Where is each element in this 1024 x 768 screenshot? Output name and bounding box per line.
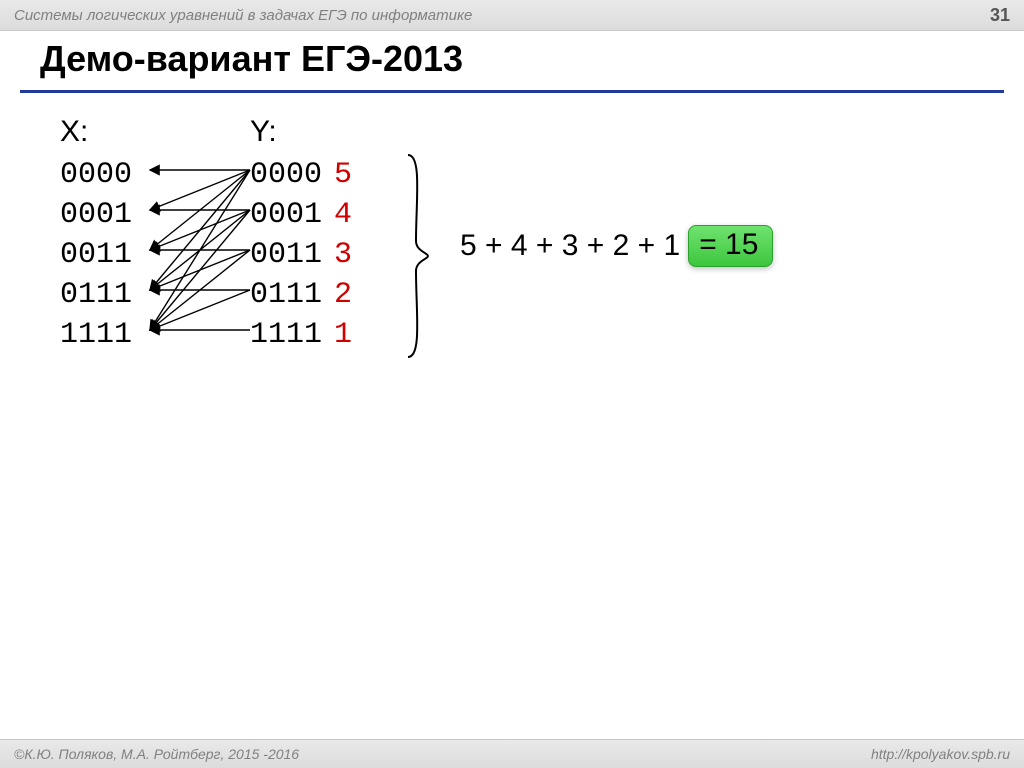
title-underline [20, 90, 1004, 93]
footer-bar: ©К.Ю. Поляков, М.А. Ройтберг, 2015 -2016… [0, 739, 1024, 768]
y-count: 4 [334, 198, 352, 232]
slide-content: X: 0000 0001 0011 0111 1111 [60, 115, 1004, 371]
sum-expression: 5 + 4 + 3 + 2 + 1 = 15 [460, 225, 773, 267]
y-value: 00005 [250, 155, 400, 195]
x-column: X: 0000 0001 0011 0111 1111 [60, 115, 250, 355]
answer-badge: = 15 [688, 225, 773, 267]
slide: Системы логических уравнений в задачах Е… [0, 0, 1024, 768]
y-count: 3 [334, 238, 352, 272]
x-value: 0011 [60, 235, 250, 275]
footer-url: http://kpolyakov.spb.ru [871, 746, 1010, 762]
page-number: 31 [990, 5, 1010, 26]
header-subject: Системы логических уравнений в задачах Е… [14, 7, 472, 24]
y-value: 00113 [250, 235, 400, 275]
y-label: Y: [250, 115, 400, 149]
x-value: 0001 [60, 195, 250, 235]
y-value: 00014 [250, 195, 400, 235]
y-value: 11111 [250, 315, 400, 355]
x-value: 1111 [60, 315, 250, 355]
top-bar: Системы логических уравнений в задачах Е… [0, 0, 1024, 31]
brace-icon [404, 151, 430, 371]
y-count: 1 [334, 318, 352, 352]
x-label: X: [60, 115, 250, 149]
y-count: 2 [334, 278, 352, 312]
x-value: 0111 [60, 275, 250, 315]
page-title: Демо-вариант ЕГЭ-2013 [40, 38, 463, 80]
sum-text: 5 + 4 + 3 + 2 + 1 [460, 229, 680, 263]
footer-copyright: ©К.Ю. Поляков, М.А. Ройтберг, 2015 -2016 [14, 746, 299, 762]
y-column: Y: 00005 00014 00113 01112 11111 [250, 115, 400, 355]
y-value: 01112 [250, 275, 400, 315]
x-value: 0000 [60, 155, 250, 195]
y-count: 5 [334, 158, 352, 192]
